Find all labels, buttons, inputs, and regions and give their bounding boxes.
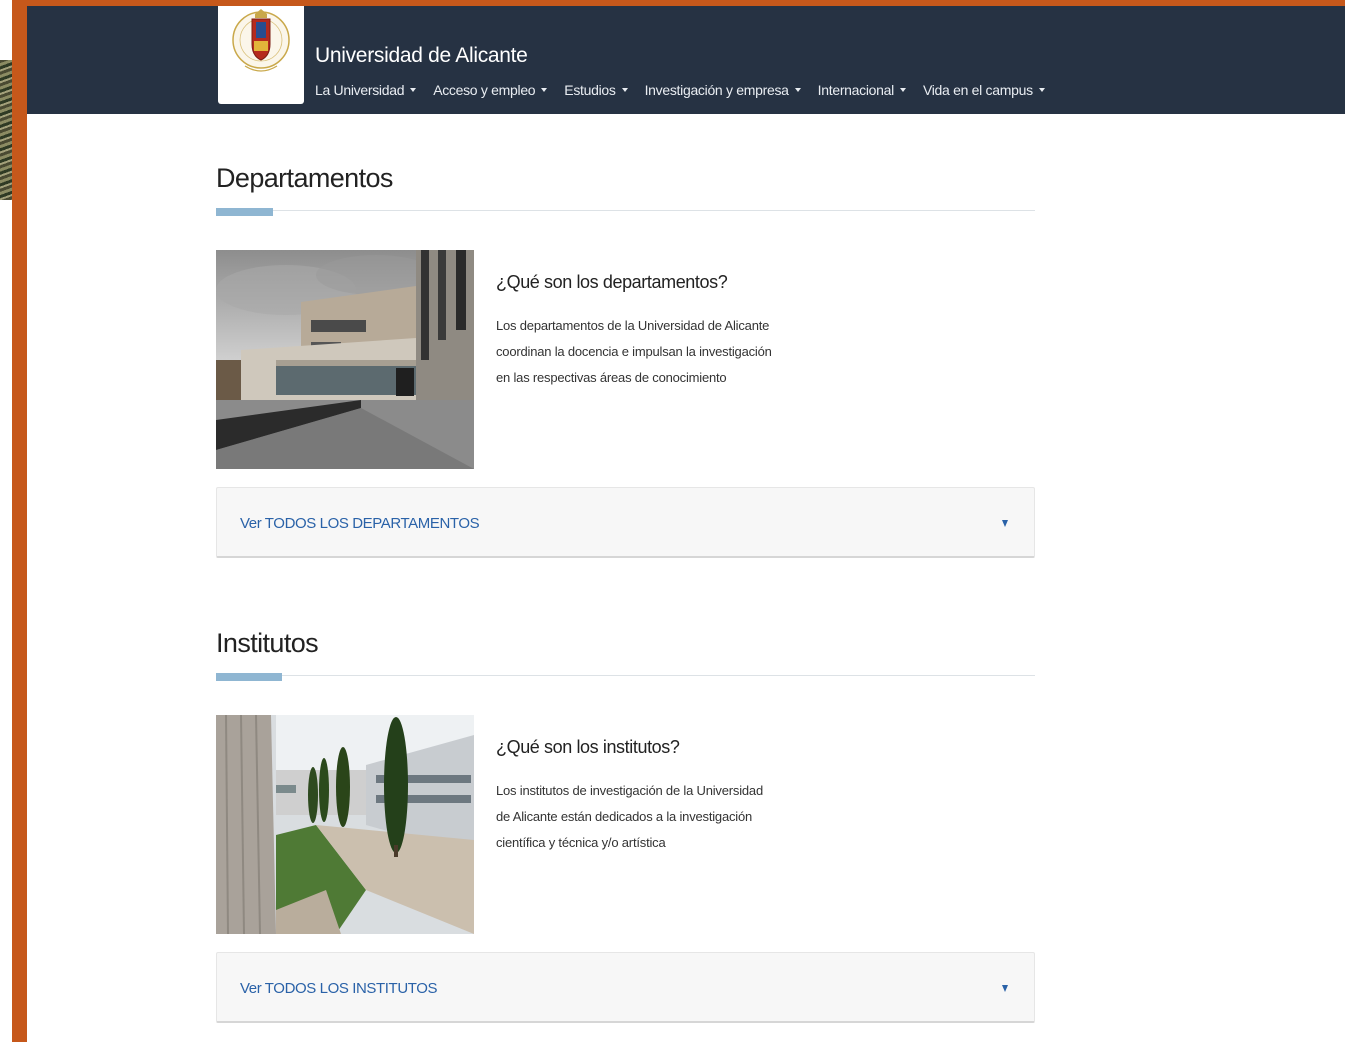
feature-description: Los institutos de investigación de la Un… — [496, 778, 776, 856]
left-accent-bar — [12, 0, 27, 1042]
main-nav: La Universidad Acceso y empleo Estudios … — [315, 82, 1062, 98]
section-divider — [216, 208, 1035, 216]
description-line: científica y técnica y/o artística — [496, 835, 666, 850]
nav-label: Estudios — [564, 82, 616, 98]
department-building-photo — [216, 250, 474, 469]
nav-item-vida-en-el-campus[interactable]: Vida en el campus — [923, 82, 1045, 98]
chevron-down-icon — [1002, 520, 1008, 527]
feature-block: ¿Qué son los institutos? Los institutos … — [216, 715, 1035, 934]
nav-label: Internacional — [817, 82, 895, 98]
description-line: en las respectivas áreas de conocimiento — [496, 370, 727, 385]
nav-label: Acceso y empleo — [433, 82, 536, 98]
background-photo-strip — [0, 60, 12, 200]
section-title: Institutos — [216, 628, 319, 658]
description-line: Los departamentos de la Universidad de A… — [496, 318, 770, 333]
description-line: Los institutos de investigación de la Un… — [496, 783, 763, 798]
nav-item-investigacion-y-empresa[interactable]: Investigación y empresa — [645, 82, 801, 98]
nav-item-la-universidad[interactable]: La Universidad — [315, 82, 417, 98]
nav-label: Investigación y empresa — [644, 82, 789, 98]
site-title[interactable]: Universidad de Alicante — [315, 44, 528, 68]
accordion-label: Ver TODOS LOS DEPARTAMENTOS — [240, 515, 480, 532]
caret-down-icon — [621, 88, 628, 92]
feature-heading: ¿Qué son los institutos? — [496, 737, 680, 757]
caret-down-icon — [410, 88, 417, 92]
nav-item-estudios[interactable]: Estudios — [564, 82, 628, 98]
caret-down-icon — [1038, 88, 1045, 92]
section-title: Departamentos — [216, 163, 393, 193]
departamentos-section: Departamentos ¿Qué son los departamentos… — [216, 163, 1035, 558]
feature-block: ¿Qué son los departamentos? Los departam… — [216, 250, 1035, 469]
university-logo[interactable] — [218, 6, 304, 104]
caret-down-icon — [541, 88, 548, 92]
institute-courtyard-photo — [216, 715, 474, 934]
feature-description: Los departamentos de la Universidad de A… — [496, 313, 776, 391]
institutos-section: Institutos ¿Qué son los institutos? Los … — [216, 628, 1035, 1023]
nav-label: La Universidad — [315, 82, 405, 98]
caret-down-icon — [794, 88, 801, 92]
nav-item-internacional[interactable]: Internacional — [818, 82, 906, 98]
feature-heading: ¿Qué son los departamentos? — [496, 272, 728, 292]
accordion-all-institutes[interactable]: Ver TODOS LOS INSTITUTOS — [216, 952, 1035, 1023]
feature-text: ¿Qué son los institutos? Los institutos … — [496, 737, 776, 856]
feature-text: ¿Qué son los departamentos? Los departam… — [496, 272, 776, 391]
nav-item-acceso-y-empleo[interactable]: Acceso y empleo — [433, 82, 548, 98]
nav-label: Vida en el campus — [922, 82, 1033, 98]
chevron-down-icon — [1002, 985, 1008, 992]
description-line: de Alicante están dedicados a la investi… — [496, 809, 753, 824]
caret-down-icon — [899, 88, 906, 92]
description-line: coordinan la docencia e impulsan la inve… — [496, 344, 772, 359]
section-divider — [216, 673, 1035, 681]
accordion-all-departments[interactable]: Ver TODOS LOS DEPARTAMENTOS — [216, 487, 1035, 558]
university-seal-icon — [232, 9, 290, 72]
accordion-label: Ver TODOS LOS INSTITUTOS — [240, 980, 438, 997]
